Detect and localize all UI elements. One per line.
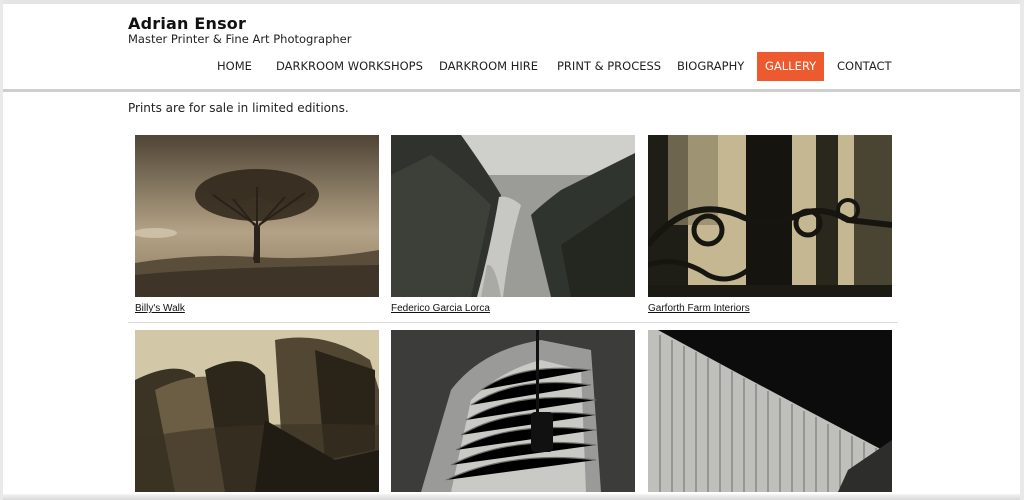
site-title[interactable]: Adrian Ensor	[128, 14, 246, 33]
gallery-caption-link[interactable]: Garforth Farm Interiors	[648, 303, 750, 314]
nav-home[interactable]: HOME	[217, 52, 252, 81]
window-left-edge	[0, 0, 3, 500]
site-subtitle: Master Printer & Fine Art Photographer	[128, 32, 352, 46]
gallery-row-divider	[128, 322, 898, 323]
gallery-photo-building[interactable]	[391, 330, 635, 492]
nav-contact[interactable]: CONTACT	[837, 52, 892, 81]
gallery-photo-tree[interactable]	[135, 135, 379, 297]
gallery-caption-link[interactable]: Billy's Walk	[135, 303, 185, 314]
gallery-photo-architecture[interactable]	[135, 330, 379, 492]
gallery-photo-shadow[interactable]	[648, 135, 892, 297]
gallery-photo-facade[interactable]	[648, 330, 892, 492]
gallery-intro: Prints are for sale in limited editions.	[128, 101, 349, 115]
nav-print-process[interactable]: PRINT & PROCESS	[557, 52, 661, 81]
nav-darkroom-workshops[interactable]: DARKROOM WORKSHOPS	[276, 52, 423, 81]
nav-biography[interactable]: BIOGRAPHY	[677, 52, 744, 81]
nav-gallery[interactable]: GALLERY	[757, 52, 825, 81]
gallery-caption-link[interactable]: Federico Garcia Lorca	[391, 303, 490, 314]
gallery-photo-river[interactable]	[391, 135, 635, 297]
nav-darkroom-hire[interactable]: DARKROOM HIRE	[439, 52, 538, 81]
window-right-edge	[1020, 0, 1024, 500]
main-nav: HOME DARKROOM WORKSHOPS DARKROOM HIRE PR…	[0, 52, 1024, 82]
site-header: Adrian Ensor Master Printer & Fine Art P…	[0, 4, 1024, 90]
header-divider	[0, 89, 1024, 92]
window-bottom-edge	[0, 494, 1024, 500]
